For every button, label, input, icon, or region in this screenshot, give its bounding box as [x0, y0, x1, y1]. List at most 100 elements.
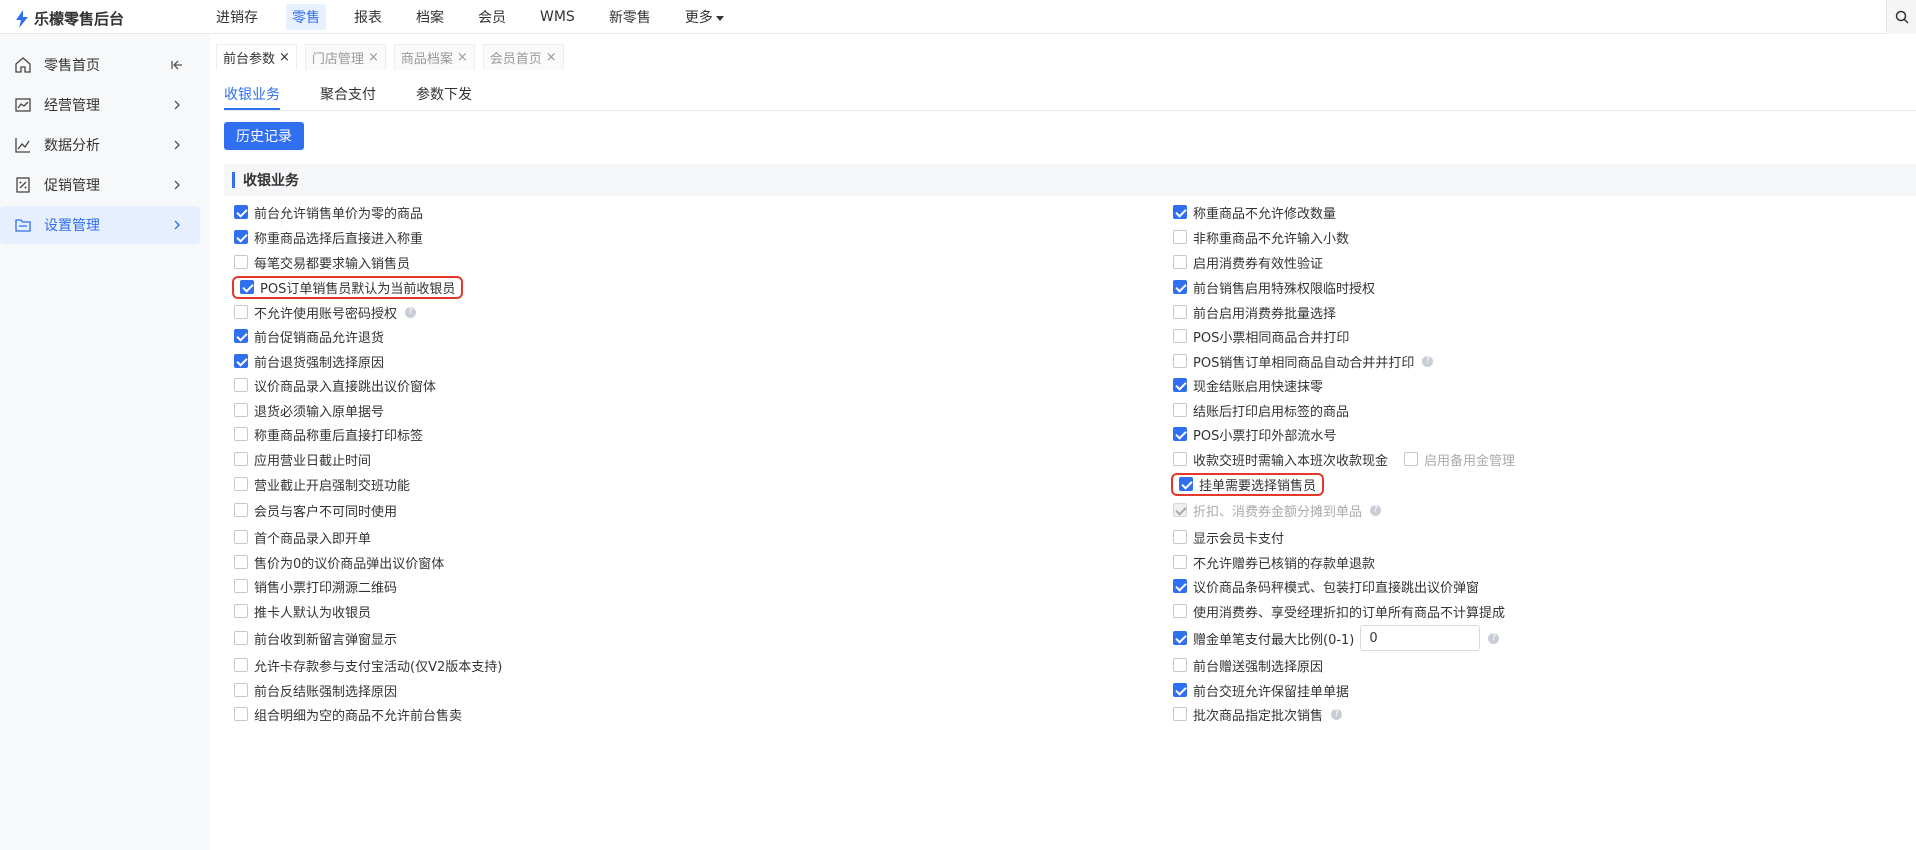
- app-logo[interactable]: 乐檬零售后台: [14, 8, 124, 29]
- option-checkbox-label[interactable]: 应用营业日截止时间: [234, 450, 371, 469]
- nav-item-retail[interactable]: 零售: [286, 4, 326, 30]
- option-checkbox-label[interactable]: 显示会员卡支付: [1173, 528, 1284, 547]
- option-checkbox-label[interactable]: POS小票相同商品合并打印: [1173, 327, 1349, 346]
- page-tab-member-home[interactable]: 会员首页 ×: [482, 44, 564, 70]
- checkbox[interactable]: [234, 604, 248, 618]
- checkbox[interactable]: [1173, 452, 1187, 466]
- option-checkbox-label[interactable]: 赠金单笔支付最大比例(0-1): [1173, 629, 1354, 648]
- option-checkbox-label[interactable]: 称重商品称重后直接打印标签: [234, 425, 423, 444]
- tab-param-distribution[interactable]: 参数下发: [416, 84, 472, 110]
- help-icon[interactable]: ?: [1422, 355, 1434, 367]
- checkbox[interactable]: [234, 403, 248, 417]
- option-checkbox-label[interactable]: 前台销售启用特殊权限临时授权: [1173, 278, 1375, 297]
- checkbox[interactable]: [1173, 354, 1187, 368]
- nav-item-wms[interactable]: WMS: [534, 6, 581, 28]
- checkbox[interactable]: [1173, 230, 1187, 244]
- option-checkbox-label[interactable]: 不允许使用账号密码授权: [234, 303, 397, 322]
- checkbox[interactable]: [234, 530, 248, 544]
- help-icon[interactable]: ?: [1331, 708, 1343, 720]
- checkbox[interactable]: [1173, 280, 1187, 294]
- checkbox[interactable]: [234, 329, 248, 343]
- nav-item-report[interactable]: 报表: [348, 4, 388, 30]
- option-checkbox-label[interactable]: 会员与客户不可同时使用: [234, 501, 397, 520]
- checkbox[interactable]: [234, 631, 248, 645]
- option-checkbox-label[interactable]: 结账后打印启用标签的商品: [1173, 401, 1349, 420]
- checkbox[interactable]: [240, 280, 254, 294]
- close-icon[interactable]: ×: [546, 50, 557, 65]
- checkbox[interactable]: [234, 255, 248, 269]
- nav-item-archive[interactable]: 档案: [410, 4, 450, 30]
- option-checkbox-label[interactable]: 营业截止开启强制交班功能: [234, 475, 410, 494]
- option-checkbox-label[interactable]: POS订单销售员默认为当前收银员: [231, 275, 464, 299]
- page-tab-product-archive[interactable]: 商品档案 ×: [393, 44, 475, 70]
- nav-item-more[interactable]: 更多: [679, 4, 730, 30]
- option-checkbox-label[interactable]: 称重商品不允许修改数量: [1173, 203, 1336, 222]
- option-checkbox-label[interactable]: 组合明细为空的商品不允许前台售卖: [234, 705, 462, 724]
- checkbox[interactable]: [234, 354, 248, 368]
- sidebar-item-data-analysis[interactable]: 数据分析: [0, 126, 200, 164]
- option-checkbox-label[interactable]: POS销售订单相同商品自动合并并打印: [1173, 352, 1414, 371]
- checkbox[interactable]: [234, 378, 248, 392]
- checkbox[interactable]: [1173, 255, 1187, 269]
- checkbox[interactable]: [234, 658, 248, 672]
- close-icon[interactable]: ×: [368, 50, 379, 65]
- option-checkbox-label[interactable]: 销售小票打印溯源二维码: [234, 577, 397, 596]
- option-checkbox-label[interactable]: 现金结账启用快速抹零: [1173, 376, 1323, 395]
- search-button[interactable]: [1886, 0, 1916, 34]
- checkbox[interactable]: [1404, 452, 1419, 466]
- sidebar-item-settings[interactable]: 设置管理: [0, 206, 200, 244]
- checkbox[interactable]: [1173, 604, 1187, 618]
- option-checkbox-label[interactable]: 称重商品选择后直接进入称重: [234, 228, 423, 247]
- checkbox[interactable]: [1173, 579, 1187, 593]
- help-icon[interactable]: ?: [1488, 632, 1500, 644]
- checkbox[interactable]: [1173, 403, 1187, 417]
- close-icon[interactable]: ×: [279, 50, 290, 65]
- ratio-input[interactable]: [1360, 625, 1481, 651]
- checkbox[interactable]: [1179, 477, 1193, 491]
- checkbox[interactable]: [1173, 427, 1187, 441]
- option-checkbox-label[interactable]: 议价商品条码秤模式、包装打印直接跳出议价弹窗: [1173, 577, 1479, 596]
- sidebar-item-promotion[interactable]: 促销管理: [0, 166, 200, 204]
- option-checkbox-label[interactable]: 前台交班允许保留挂单单据: [1173, 681, 1349, 700]
- option-checkbox-label[interactable]: 非称重商品不允许输入小数: [1173, 228, 1349, 247]
- nav-item-jxc[interactable]: 进销存: [210, 4, 264, 30]
- checkbox[interactable]: [234, 205, 248, 219]
- checkbox[interactable]: [1173, 683, 1187, 697]
- checkbox[interactable]: [1173, 658, 1187, 672]
- option-checkbox-label[interactable]: 议价商品录入直接跳出议价窗体: [234, 376, 436, 395]
- option-checkbox-label[interactable]: 推卡人默认为收银员: [234, 602, 371, 621]
- option-checkbox-label[interactable]: 每笔交易都要求输入销售员: [234, 253, 410, 272]
- option-checkbox-label[interactable]: 收款交班时需输入本班次收款现金: [1173, 450, 1388, 469]
- checkbox[interactable]: [234, 305, 248, 319]
- checkbox[interactable]: [1173, 555, 1187, 569]
- page-tab-front-params[interactable]: 前台参数 ×: [216, 44, 297, 70]
- sidebar-item-business-mgmt[interactable]: 经营管理: [0, 86, 200, 124]
- help-icon[interactable]: ?: [405, 306, 417, 318]
- checkbox[interactable]: [234, 427, 248, 441]
- checkbox[interactable]: [234, 452, 248, 466]
- option-checkbox-label[interactable]: POS小票打印外部流水号: [1173, 425, 1336, 444]
- option-checkbox-label[interactable]: 前台收到新留言弹窗显示: [234, 629, 397, 648]
- checkbox[interactable]: [1173, 378, 1187, 392]
- checkbox[interactable]: [234, 555, 248, 569]
- option-checkbox-label[interactable]: 启用消费券有效性验证: [1173, 253, 1323, 272]
- nav-item-new-retail[interactable]: 新零售: [603, 4, 657, 30]
- checkbox[interactable]: [1173, 305, 1187, 319]
- option-checkbox-label[interactable]: 批次商品指定批次销售: [1173, 705, 1323, 724]
- history-button[interactable]: 历史记录: [224, 122, 304, 150]
- option-checkbox-label[interactable]: 前台退货强制选择原因: [234, 352, 384, 371]
- checkbox[interactable]: [234, 579, 248, 593]
- tab-aggregated-payment[interactable]: 聚合支付: [320, 84, 376, 110]
- checkbox[interactable]: [1173, 530, 1187, 544]
- checkbox[interactable]: [234, 230, 248, 244]
- option-checkbox-label[interactable]: 允许卡存款参与支付宝活动(仅V2版本支持): [234, 656, 502, 675]
- option-checkbox-label[interactable]: 前台赠送强制选择原因: [1173, 656, 1323, 675]
- checkbox[interactable]: [1173, 631, 1187, 645]
- option-checkbox-label[interactable]: 不允许赠券已核销的存款单退款: [1173, 553, 1375, 572]
- option-checkbox-label[interactable]: 退货必须输入原单据号: [234, 401, 384, 420]
- checkbox[interactable]: [234, 503, 248, 517]
- option-checkbox-label[interactable]: 前台促销商品允许退货: [234, 327, 384, 346]
- option-checkbox-label[interactable]: 前台允许销售单价为零的商品: [234, 203, 423, 222]
- checkbox[interactable]: [234, 683, 248, 697]
- collapse-sidebar-icon[interactable]: [170, 58, 184, 72]
